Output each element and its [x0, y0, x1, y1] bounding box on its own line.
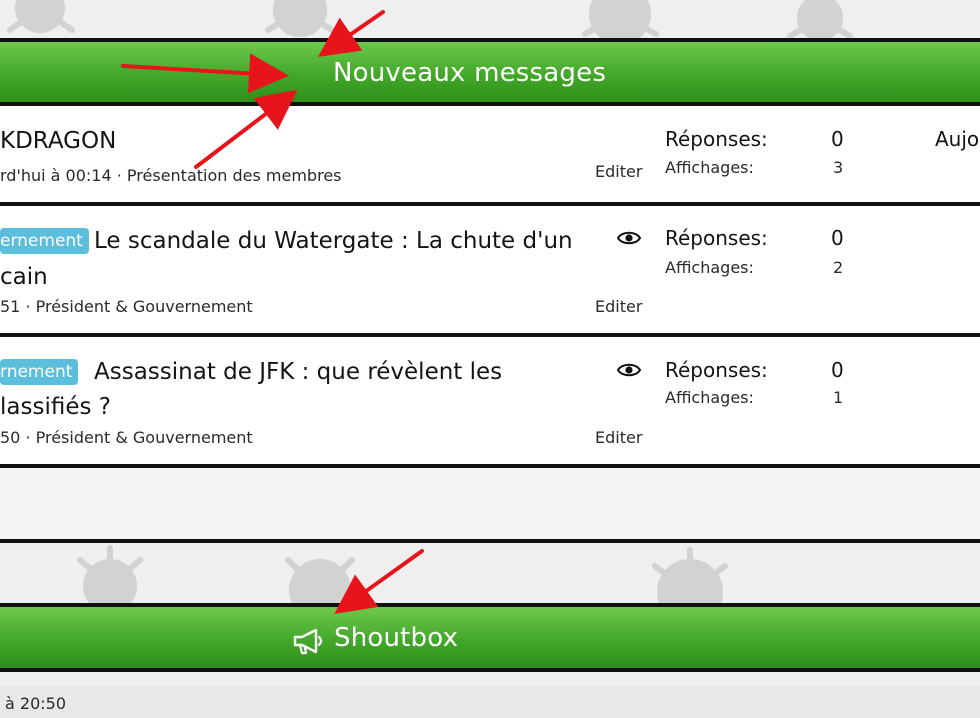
divider: [0, 539, 980, 543]
edit-link[interactable]: Editer: [595, 428, 642, 447]
divider: [0, 202, 980, 206]
shoutbox-body: à 20:50: [0, 686, 980, 718]
megaphone-icon: [293, 628, 323, 655]
last-post-date[interactable]: Aujo: [935, 127, 979, 151]
new-messages-title: Nouveaux messages: [333, 58, 607, 88]
shoutbox-header[interactable]: Shoutbox: [0, 603, 980, 672]
thread-row[interactable]: ernement Le scandale du Watergate : La c…: [0, 206, 980, 334]
views-label: Affichages:: [665, 388, 754, 407]
thread-row[interactable]: KDRAGON rd'hui à 00:14 · Présentation de…: [0, 106, 980, 204]
edit-link[interactable]: Editer: [595, 162, 642, 181]
divider: [0, 464, 980, 468]
thread-row[interactable]: rnement Assassinat de JFK : que révèlent…: [0, 337, 980, 465]
thread-prefix-tag[interactable]: rnement: [0, 359, 79, 385]
thread-title[interactable]: KDRAGON: [0, 128, 116, 154]
thread-title[interactable]: Le scandale du Watergate : La chute d'un: [94, 228, 573, 254]
views-count: 1: [833, 388, 844, 407]
views-label: Affichages:: [665, 258, 754, 277]
views-count: 2: [833, 258, 844, 277]
replies-count: 0: [831, 127, 844, 151]
thread-title-continued[interactable]: lassifiés ?: [0, 394, 111, 420]
replies-label: Réponses:: [665, 127, 768, 151]
block-footer: [0, 468, 980, 540]
replies-count: 0: [831, 226, 844, 250]
eye-icon[interactable]: [617, 230, 641, 246]
divider: [0, 333, 980, 337]
shout-timestamp: à 20:50: [5, 694, 66, 713]
replies-label: Réponses:: [665, 358, 768, 382]
views-count: 3: [833, 158, 844, 177]
new-messages-header[interactable]: Nouveaux messages: [0, 38, 980, 106]
replies-count: 0: [831, 358, 844, 382]
replies-label: Réponses:: [665, 226, 768, 250]
shoutbox-title: Shoutbox: [334, 623, 459, 653]
thread-meta: rd'hui à 00:14 · Présentation des membre…: [0, 166, 342, 185]
eye-icon[interactable]: [617, 362, 641, 378]
thread-prefix-tag[interactable]: ernement: [0, 228, 89, 254]
thread-title-continued[interactable]: cain: [0, 264, 48, 290]
edit-link[interactable]: Editer: [595, 297, 642, 316]
thread-meta: 50 · Président & Gouvernement: [0, 428, 253, 447]
thread-meta: 51 · Président & Gouvernement: [0, 297, 253, 316]
thread-title[interactable]: Assassinat de JFK : que révèlent les: [94, 359, 502, 385]
views-label: Affichages:: [665, 158, 754, 177]
